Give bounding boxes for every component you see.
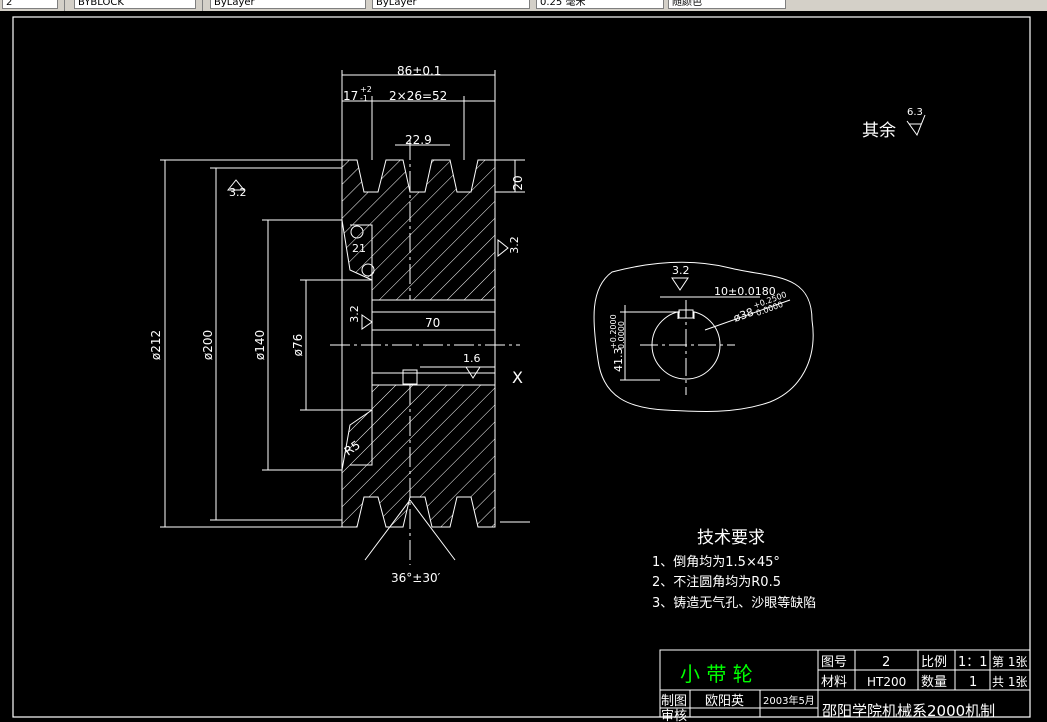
- dim-chamfer: 21: [352, 242, 366, 255]
- drawn-by: 欧阳英: [705, 694, 744, 709]
- tech-requirements: 技术要求 1、倒角均为1.5×45° 2、不注圆角均为R0.5 3、铸造无气孔、…: [652, 528, 816, 611]
- scale-label: 比例: [921, 655, 947, 670]
- drawing-canvas[interactable]: 86±0.1 17 +2 -1 2×26=52 22.9 20 3.2 3.2 …: [0, 11, 1047, 722]
- section-key-depth: 41.3: [612, 348, 625, 373]
- rough-bore: 3.2: [348, 305, 361, 323]
- tech-item-3: 3、铸造无气孔、沙眼等缺陷: [652, 595, 816, 611]
- svg-text:6.3: 6.3: [907, 107, 923, 118]
- dim-first-groove-tol-dn: -1: [360, 94, 368, 103]
- color-select[interactable]: BYBLOCK: [74, 0, 196, 9]
- section-mark: X: [512, 368, 523, 387]
- cad-drawing: 86±0.1 17 +2 -1 2×26=52 22.9 20 3.2 3.2 …: [12, 16, 1031, 722]
- rough-left: 3.2: [229, 186, 247, 199]
- checked-label: 审核: [661, 709, 687, 722]
- rough-right: 3.2: [508, 236, 521, 254]
- plotstyle-select[interactable]: 0.25 毫米: [536, 0, 664, 9]
- qty-label: 数量: [921, 675, 947, 690]
- rough-rest: 其余 6.3: [862, 107, 926, 141]
- dim-first-groove: 17: [343, 89, 358, 103]
- dim-dia-76: ø76: [291, 334, 305, 357]
- drawing-no: 2: [882, 655, 890, 670]
- section-key-depth-tol-dn: 0.0000: [617, 321, 626, 349]
- plot-color-select[interactable]: 随颜色: [668, 0, 786, 9]
- material-label: 材料: [821, 675, 847, 690]
- dim-groove-depth: 20: [511, 175, 525, 190]
- rough-key: 1.6: [463, 352, 481, 365]
- pulley-section-view: [330, 140, 530, 565]
- dim-hub-length: 70: [425, 316, 440, 330]
- svg-text:其余: 其余: [862, 121, 896, 141]
- dim-groove-angle: 36°±30′: [391, 571, 441, 585]
- dim-groove-top: 22.9: [405, 133, 432, 147]
- section-x-view: [593, 261, 814, 413]
- scale-value: 1：1: [958, 655, 988, 670]
- toolbar-separator: [64, 0, 65, 11]
- total-sheets: 共 1张: [992, 675, 1027, 689]
- tech-item-2: 2、不注圆角均为R0.5: [652, 575, 781, 590]
- linetype-select[interactable]: ByLayer: [210, 0, 366, 9]
- toolbar-separator: [202, 0, 203, 11]
- layer-select[interactable]: 2: [2, 0, 58, 9]
- dim-dia-140: ø140: [253, 330, 267, 360]
- sheet-number: 第 1张: [992, 655, 1027, 669]
- dim-groove-pitch: 2×26=52: [389, 89, 447, 103]
- dim-overall-width: 86±0.1: [397, 64, 441, 78]
- dim-first-groove-tol-up: +2: [360, 85, 372, 94]
- drawn-date: 2003年5月: [763, 694, 815, 707]
- lineweight-select[interactable]: ByLayer: [372, 0, 530, 9]
- part-name: 小 带 轮: [680, 662, 753, 686]
- drawing-no-label: 图号: [821, 655, 847, 670]
- section-rough: 3.2: [672, 264, 690, 277]
- dim-dia-200: ø200: [201, 330, 215, 360]
- school-name: 邵阳学院机械系2000机制: [822, 702, 995, 720]
- qty-value: 1: [969, 675, 977, 690]
- dim-dia-212: ø212: [149, 330, 163, 360]
- section-bore-dia: ø38: [732, 306, 756, 325]
- tech-title: 技术要求: [697, 528, 765, 548]
- tech-item-1: 1、倒角均为1.5×45°: [652, 555, 780, 570]
- drawn-label: 制图: [661, 694, 687, 709]
- material-value: HT200: [867, 675, 906, 689]
